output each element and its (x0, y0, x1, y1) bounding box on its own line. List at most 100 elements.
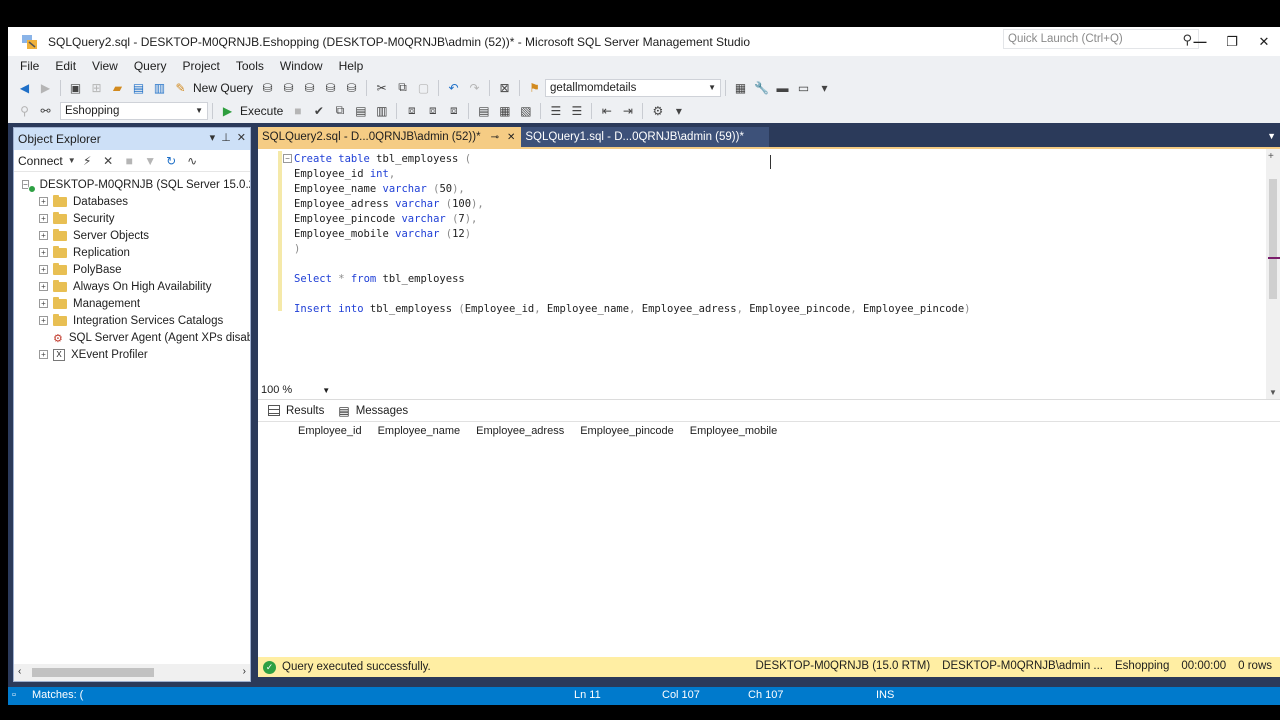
menu-query[interactable]: Query (126, 59, 175, 73)
column-header[interactable]: Employee_pincode (580, 425, 674, 437)
stop-icon[interactable]: ■ (120, 151, 139, 170)
menu-help[interactable]: Help (331, 59, 372, 73)
column-header[interactable]: Employee_mobile (690, 425, 777, 437)
expand-icon[interactable]: + (39, 214, 48, 223)
menu-edit[interactable]: Edit (47, 59, 84, 73)
command-window-icon[interactable]: ▭ (794, 78, 813, 97)
uncomment-icon[interactable]: ☰ (567, 101, 586, 120)
tree-node-management[interactable]: + Management (14, 295, 250, 312)
tree-server-node[interactable]: − DESKTOP-M0QRNJB (SQL Server 15.0.20 (14, 176, 250, 193)
find-icon[interactable]: ⚑ (525, 78, 544, 97)
collapse-icon[interactable]: − (283, 154, 292, 163)
tree-node-sql-agent[interactable]: ⚙ SQL Server Agent (Agent XPs disabl (14, 329, 250, 346)
expand-icon[interactable]: + (39, 316, 48, 325)
expand-icon[interactable]: + (39, 197, 48, 206)
tree-node-xevent-profiler[interactable]: + X XEvent Profiler (14, 346, 250, 363)
query-editor[interactable]: − Create table tbl_employess ( Employee_… (258, 147, 1280, 401)
back-icon[interactable]: ◀ (15, 78, 34, 97)
connect-dropdown[interactable]: Connect (18, 154, 63, 168)
new-project-icon[interactable]: ▣ (66, 78, 85, 97)
tree-node-always-on[interactable]: + Always On High Availability (14, 278, 250, 295)
scroll-down-icon[interactable]: ▼ (1269, 388, 1277, 397)
live-stats-icon[interactable]: ⧈ (423, 101, 442, 120)
scrollbar-thumb[interactable] (1269, 179, 1277, 299)
messages-tab[interactable]: ▤ Messages (338, 404, 408, 418)
tab-sqlquery2[interactable]: SQLQuery2.sql - D...0QRNJB\admin (52))* … (258, 127, 522, 147)
zoom-level[interactable]: 100 % (261, 384, 292, 396)
activity-icon[interactable]: ∿ (183, 151, 202, 170)
expand-icon[interactable]: + (39, 282, 48, 291)
toolbox-icon[interactable]: ▬ (773, 78, 792, 97)
properties-icon[interactable]: 🔧 (752, 78, 771, 97)
results-grid-toggle-icon[interactable]: ▦ (495, 101, 514, 120)
chevron-down-icon[interactable]: ▼ (68, 151, 76, 170)
connect-icon[interactable]: ⚲ (15, 101, 34, 120)
toolbar-options-icon[interactable]: ▾ (815, 78, 834, 97)
split-icon[interactable]: + (1268, 151, 1274, 162)
scrollbar-thumb[interactable] (32, 668, 154, 677)
close-button[interactable]: ✕ (1248, 27, 1280, 56)
display-plan-icon[interactable]: ⧉ (330, 101, 349, 120)
execute-button[interactable]: Execute (240, 104, 283, 118)
expand-icon[interactable]: + (39, 265, 48, 274)
expand-icon[interactable]: + (39, 350, 48, 359)
expand-icon[interactable]: + (39, 231, 48, 240)
pin-icon[interactable]: ⊸ (491, 132, 499, 143)
tree-node-replication[interactable]: + Replication (14, 244, 250, 261)
xmla-query-icon[interactable]: ⛁ (321, 78, 340, 97)
pin-icon[interactable]: ⊥ (221, 131, 231, 144)
menu-window[interactable]: Window (272, 59, 331, 73)
save-all-icon[interactable]: ▥ (150, 78, 169, 97)
chevron-down-icon[interactable]: ▼ (322, 386, 330, 395)
tab-overflow-icon[interactable]: ▼ (1267, 131, 1276, 141)
client-stats-icon[interactable]: ⧈ (444, 101, 463, 120)
save-icon[interactable]: ▤ (129, 78, 148, 97)
forward-icon[interactable]: ▶ (36, 78, 55, 97)
decrease-indent-icon[interactable]: ⇤ (597, 101, 616, 120)
column-header[interactable]: Employee_adress (476, 425, 564, 437)
activity-monitor-icon[interactable]: ⊠ (495, 78, 514, 97)
menu-project[interactable]: Project (175, 59, 228, 73)
database-engine-query-icon[interactable]: ⛁ (258, 78, 277, 97)
close-tab-icon[interactable]: ✕ (507, 132, 515, 143)
query-designer-icon[interactable]: ▤ (351, 101, 370, 120)
database-combo[interactable]: Eshopping ▼ (60, 101, 208, 120)
cancel-query-icon[interactable]: ■ (288, 101, 307, 120)
menu-tools[interactable]: Tools (228, 59, 272, 73)
specify-values-icon[interactable]: ⚙ (648, 101, 667, 120)
execute-icon[interactable]: ▶ (218, 101, 237, 120)
restore-button[interactable]: ❐ (1216, 27, 1248, 56)
undo-icon[interactable]: ↶ (444, 78, 463, 97)
column-header[interactable]: Employee_id (298, 425, 362, 437)
change-connection-icon[interactable]: ⚯ (36, 101, 55, 120)
quick-launch-input[interactable]: Quick Launch (Ctrl+Q) ⚲ (1003, 29, 1199, 49)
tree-node-server-objects[interactable]: + Server Objects (14, 227, 250, 244)
connect-plug-icon[interactable]: ⚡ (78, 151, 97, 170)
minimize-button[interactable]: — (1184, 27, 1216, 56)
redo-icon[interactable]: ↷ (465, 78, 484, 97)
tree-node-integration-services[interactable]: + Integration Services Catalogs (14, 312, 250, 329)
results-to-file-icon[interactable]: ▧ (516, 101, 535, 120)
toolbar-options-icon-2[interactable]: ▾ (669, 101, 688, 120)
new-query-button[interactable]: New Query (193, 81, 253, 95)
tree-node-security[interactable]: + Security (14, 210, 250, 227)
tree-node-polybase[interactable]: + PolyBase (14, 261, 250, 278)
include-plan-icon[interactable]: ⧈ (402, 101, 421, 120)
scroll-left-icon[interactable]: ‹ (18, 666, 21, 677)
vertical-scrollbar[interactable]: + ▼ (1266, 149, 1280, 401)
menu-file[interactable]: File (12, 59, 47, 73)
sql-code[interactable]: Create table tbl_employess ( Employee_id… (294, 152, 971, 317)
tree-node-databases[interactable]: + Databases (14, 193, 250, 210)
refresh-icon[interactable]: ↻ (162, 151, 181, 170)
solution-explorer-icon[interactable]: ▦ (731, 78, 750, 97)
cut-icon[interactable]: ✂ (372, 78, 391, 97)
tab-sqlquery1[interactable]: SQLQuery1.sql - D...0QRNJB\admin (59))* (521, 127, 770, 147)
disconnect-icon[interactable]: ✕ (99, 151, 118, 170)
filter-icon[interactable]: ▼ (141, 151, 160, 170)
parse-icon[interactable]: ✔ (309, 101, 328, 120)
column-header[interactable]: Employee_name (378, 425, 461, 437)
dax-query-icon[interactable]: ⛁ (342, 78, 361, 97)
results-to-text-icon[interactable]: ▤ (474, 101, 493, 120)
results-tab[interactable]: Results (268, 405, 324, 417)
increase-indent-icon[interactable]: ⇥ (618, 101, 637, 120)
